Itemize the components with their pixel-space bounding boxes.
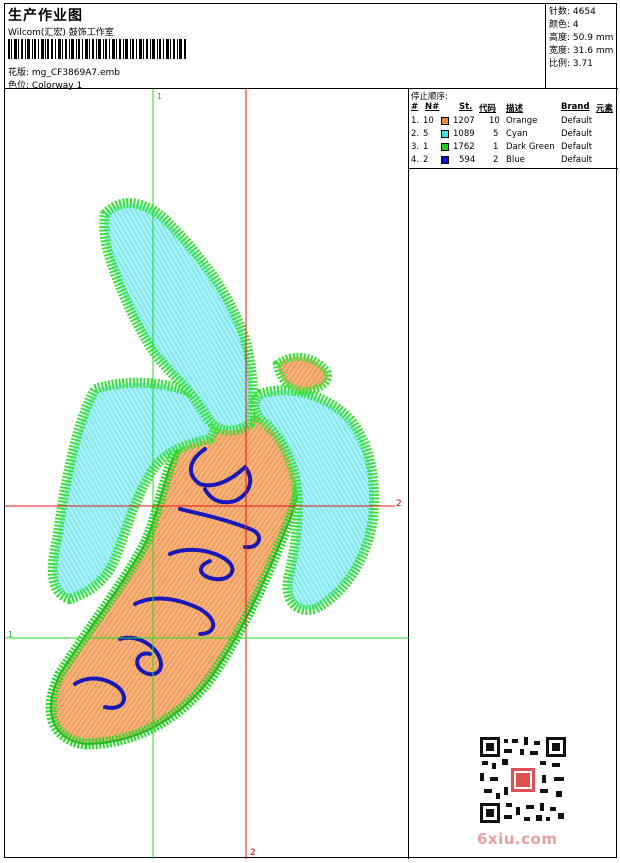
axis-label-bottom: 2 — [250, 848, 256, 858]
color-swatch — [441, 117, 449, 125]
stat-colors: 颜色: 4 — [549, 20, 579, 30]
table-row: 1. 10 1207 10 Orange Default — [411, 116, 593, 126]
banana-embroidery: 1 2 2 1 — [5, 89, 409, 859]
axis-label-right: 2 — [396, 499, 402, 509]
axis-label-top: 1 — [157, 92, 162, 101]
stat-height: 高度: 50.9 mm — [549, 33, 614, 43]
color-swatch — [441, 156, 449, 164]
embroidery-canvas: 1 2 2 1 — [5, 89, 409, 859]
stats-box: 针数: 4654 颜色: 4 高度: 50.9 mm 宽度: 31.6 mm 比… — [546, 4, 618, 89]
watermark: 6xiu.com — [477, 830, 558, 848]
col-desc: 描述 — [506, 104, 524, 114]
table-row: 2. 5 1089 5 Cyan Default — [411, 129, 593, 139]
table-row: 4. 2 594 2 Blue Default — [411, 155, 593, 165]
stop-sequence-title: 停止顺序: — [411, 92, 448, 102]
col-st: St. — [459, 102, 473, 112]
page-title: 生产作业图 — [8, 8, 83, 24]
stat-width: 宽度: 31.6 mm — [549, 46, 614, 56]
header-info: 生产作业图 Wilcom(汇宏) 鼓饰工作室 花版: mg_CF3869A7.e… — [5, 4, 546, 91]
col-num: # — [411, 102, 419, 112]
color-swatch — [441, 130, 449, 138]
table-header: # N# St. 代码 描述 Brand 元素 — [411, 102, 616, 114]
col-code: 代码 — [479, 104, 497, 114]
qr-code — [480, 737, 566, 823]
barcode — [8, 39, 186, 59]
design-file: 花版: mg_CF3869A7.emb — [8, 68, 120, 78]
table-row: 3. 1 1762 1 Dark Green Default — [411, 142, 593, 152]
stat-scale: 比例: 3.71 — [549, 59, 593, 69]
col-brand: Brand — [561, 102, 590, 112]
studio-name: Wilcom(汇宏) 鼓饰工作室 — [8, 28, 114, 38]
axis-label-left: 1 — [8, 630, 13, 639]
stat-stitches: 针数: 4654 — [549, 7, 596, 17]
production-sheet: 生产作业图 Wilcom(汇宏) 鼓饰工作室 花版: mg_CF3869A7.e… — [4, 3, 618, 859]
col-element: 元素 — [596, 104, 614, 114]
col-n: N# — [425, 102, 440, 112]
color-swatch — [441, 143, 449, 151]
stop-sequence-table: 停止顺序: # N# St. 代码 描述 Brand 元素 1. 10 1207… — [409, 89, 618, 169]
